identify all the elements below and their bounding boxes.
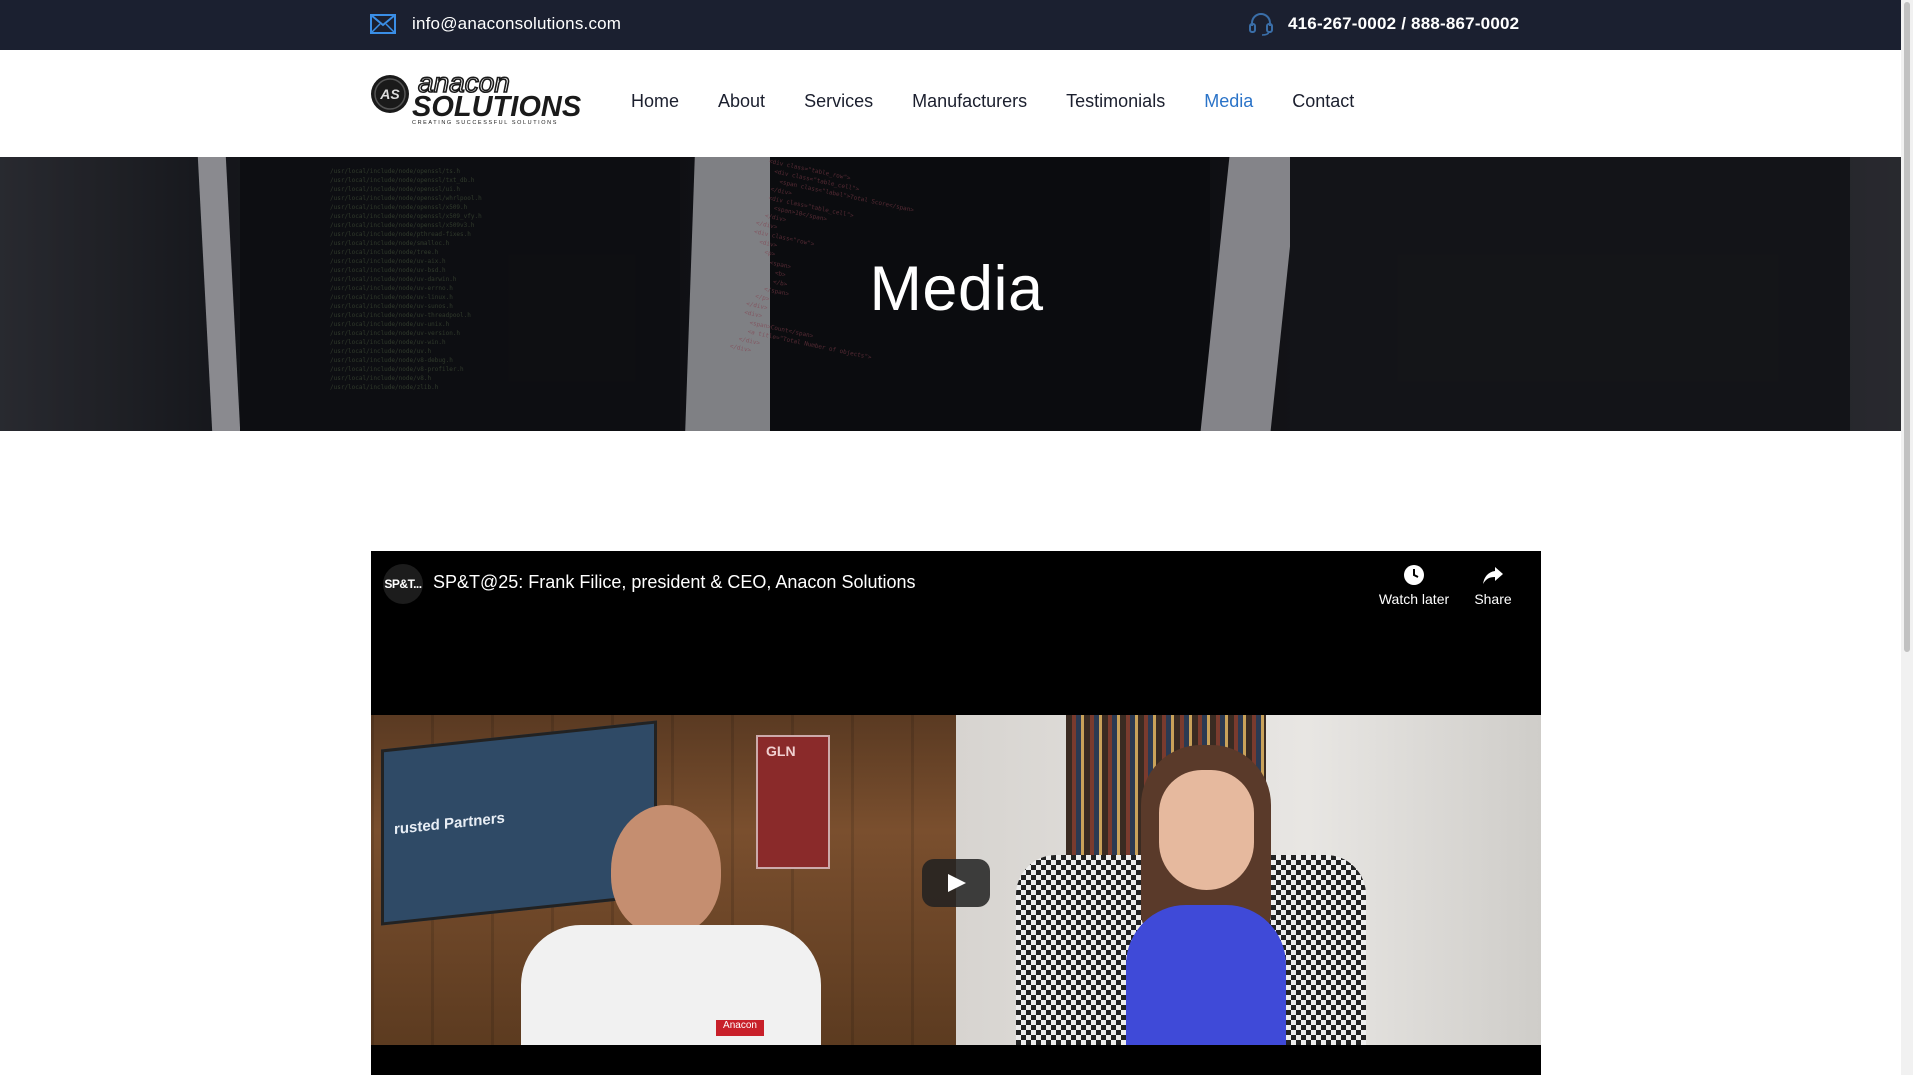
face	[611, 805, 721, 935]
shirt: Anacon	[521, 925, 821, 1045]
monitor-screen-text: rusted Partners	[394, 809, 505, 839]
nav-contact[interactable]: Contact	[1292, 91, 1354, 112]
watch-later-label: Watch later	[1378, 591, 1450, 607]
phone-contact[interactable]: 416-267-0002 / 888-867-0002	[1248, 12, 1519, 36]
logo-line2: SOLUTIONS	[412, 91, 582, 123]
watch-later-button[interactable]: Watch later	[1376, 563, 1452, 607]
page-hero-banner: /usr/local/include/node/openssl/ts.h /us…	[0, 157, 1913, 431]
phone-numbers[interactable]: 416-267-0002 / 888-867-0002	[1288, 14, 1519, 34]
clock-icon	[1376, 563, 1452, 587]
nav-manufacturers[interactable]: Manufacturers	[912, 91, 1027, 112]
email-address[interactable]: info@anaconsolutions.com	[412, 14, 621, 34]
channel-avatar[interactable]: SP&T...	[383, 564, 423, 604]
logo-badge: AS	[379, 86, 400, 102]
youtube-embed[interactable]: SP&T... SP&T@25: Frank Filice, president…	[371, 551, 1541, 1075]
nav-about[interactable]: About	[718, 91, 765, 112]
nav-testimonials[interactable]: Testimonials	[1066, 91, 1165, 112]
page-title: Media	[869, 254, 1044, 324]
video-thumbnail-left: rusted Partners GLN Anacon	[371, 715, 956, 1045]
site-header: AS anacon SOLUTIONS CREATING SUCCESSFUL …	[0, 50, 1913, 157]
share-button[interactable]: Share	[1455, 563, 1531, 607]
share-label: Share	[1474, 591, 1512, 607]
email-contact[interactable]: info@anaconsolutions.com	[370, 13, 621, 35]
logo-tagline: CREATING SUCCESSFUL SOLUTIONS	[412, 120, 558, 126]
headset-icon	[1248, 12, 1274, 36]
nav-services[interactable]: Services	[804, 91, 873, 112]
video-thumbnail-right	[956, 715, 1541, 1045]
main-nav: Home About Services Manufacturers Testim…	[631, 91, 1393, 112]
page-scrollbar[interactable]	[1901, 0, 1913, 1075]
envelope-icon	[370, 13, 396, 35]
share-arrow-icon	[1455, 563, 1531, 587]
top	[1126, 905, 1286, 1045]
person-right	[1121, 745, 1291, 1045]
poster-text: GLN	[766, 743, 796, 759]
top-contact-bar: info@anaconsolutions.com 416-267-0002 / …	[0, 0, 1913, 50]
person-left: Anacon	[521, 805, 821, 1045]
face	[1159, 770, 1254, 890]
nav-home[interactable]: Home	[631, 91, 679, 112]
play-button[interactable]	[922, 859, 990, 907]
video-title[interactable]: SP&T@25: Frank Filice, president & CEO, …	[433, 572, 916, 593]
site-logo[interactable]: AS anacon SOLUTIONS CREATING SUCCESSFUL …	[370, 70, 598, 126]
shirt-logo: Anacon	[716, 1020, 764, 1036]
nav-media[interactable]: Media	[1204, 91, 1253, 112]
scrollbar-thumb[interactable]	[1904, 2, 1910, 652]
